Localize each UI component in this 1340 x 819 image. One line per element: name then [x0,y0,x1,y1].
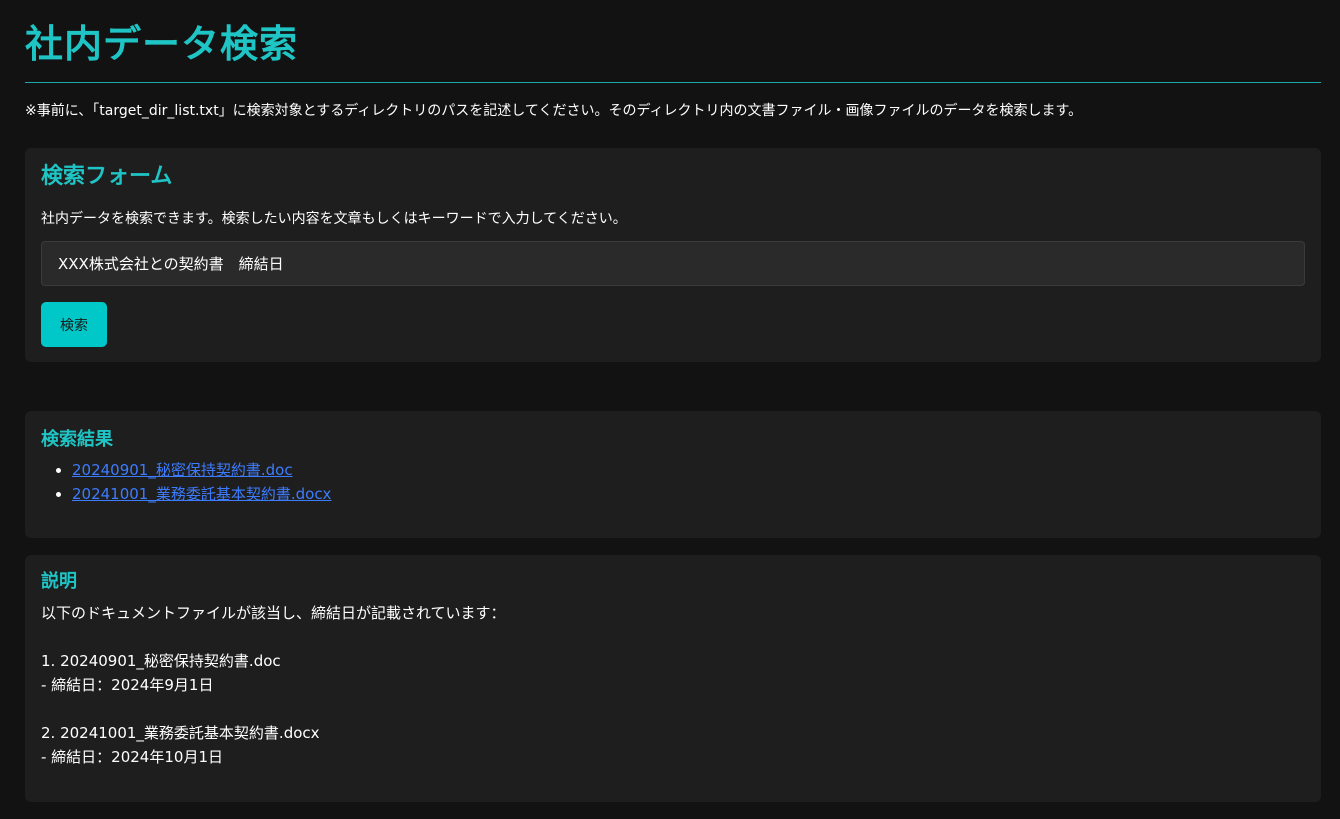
results-list: 20240901_秘密保持契約書.doc 20241001_業務委託基本契約書.… [41,458,331,506]
search-form-heading: 検索フォーム [41,164,173,189]
search-button[interactable]: 検索 [41,302,107,347]
result-item: 20240901_秘密保持契約書.doc [72,458,331,482]
search-results-heading: 検索結果 [41,429,113,450]
explanation-body: 以下のドキュメントファイルが該当し、締結日が記載されています： 1. 20240… [41,604,506,766]
explanation-heading: 説明 [41,571,77,592]
page: 社内データ検索 ※事前に、「target_dir_list.txt」に検索対象と… [0,0,1340,819]
search-results-panel: 検索結果 20240901_秘密保持契約書.doc 20241001_業務委託基… [25,411,1321,538]
result-link[interactable]: 20240901_秘密保持契約書.doc [72,461,293,479]
search-input[interactable] [41,241,1305,286]
search-form-description: 社内データを検索できます。検索したい内容を文章もしくはキーワードで入力してくださ… [41,211,627,227]
explanation-panel: 説明 以下のドキュメントファイルが該当し、締結日が記載されています： 1. 20… [25,555,1321,802]
notice-text: ※事前に、「target_dir_list.txt」に検索対象とするディレクトリ… [25,103,1083,119]
search-form-panel: 検索フォーム 社内データを検索できます。検索したい内容を文章もしくはキーワードで… [25,148,1321,362]
page-title: 社内データ検索 [25,22,299,66]
result-item: 20241001_業務委託基本契約書.docx [72,482,331,506]
result-link[interactable]: 20241001_業務委託基本契約書.docx [72,485,331,503]
title-divider [25,82,1321,83]
